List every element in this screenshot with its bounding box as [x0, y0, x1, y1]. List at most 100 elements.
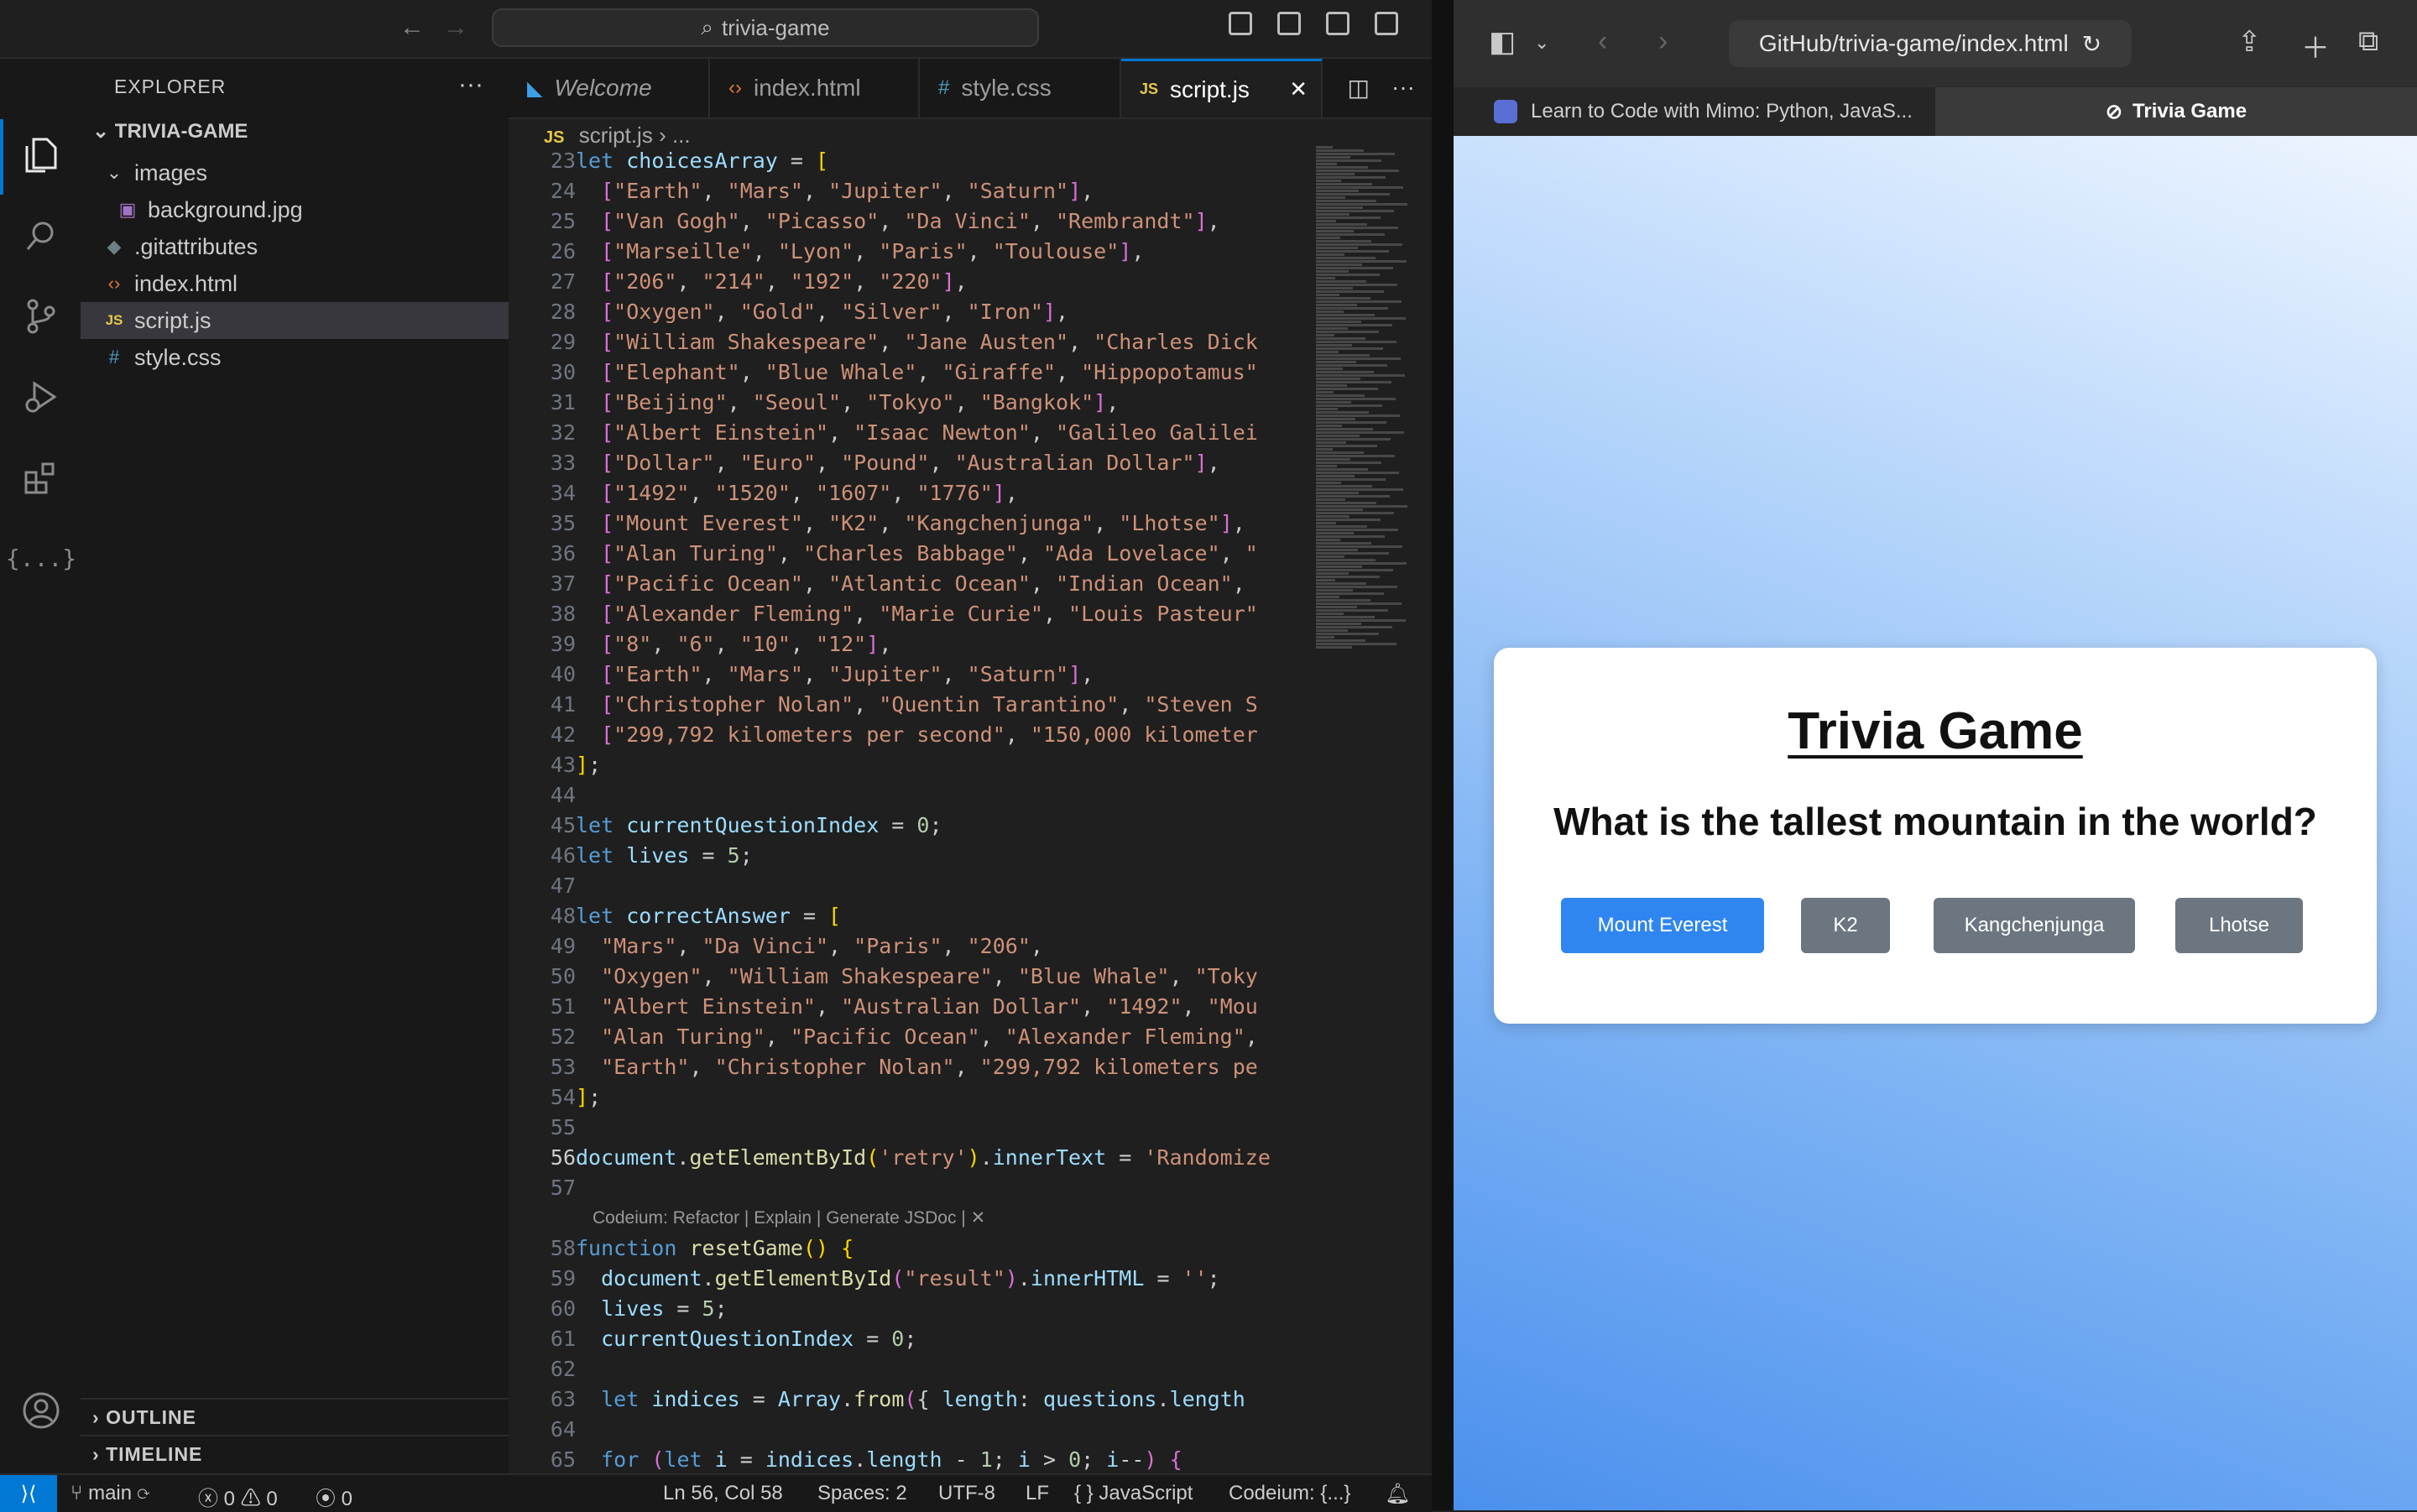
minimap-line [1316, 549, 1358, 551]
ports-count: 0 [341, 1488, 353, 1510]
chevron-right-icon: › [92, 1406, 100, 1428]
branch-status[interactable]: ⑂ main ⟳ [70, 1482, 149, 1505]
search-icon[interactable] [20, 215, 62, 257]
language-mode[interactable]: { } JavaScript [1074, 1482, 1193, 1505]
minimap-line [1316, 253, 1344, 256]
split-editor-icon[interactable]: ◫ [1348, 74, 1370, 102]
eol-status[interactable]: LF [1026, 1482, 1049, 1505]
minimap-line [1316, 344, 1352, 347]
minimap-line [1316, 146, 1333, 149]
minimap-line [1316, 317, 1406, 320]
tree-item-style-css[interactable]: # style.css [104, 339, 509, 376]
more-actions-icon[interactable]: ··· [1391, 74, 1415, 102]
line-number: 56 [550, 1145, 576, 1170]
code-line: ["Alan Turing", "Charles Babbage", "Ada … [601, 541, 1258, 566]
minimap-line [1316, 411, 1369, 414]
minimap-line [1316, 643, 1396, 645]
tab-mimo[interactable]: Learn to Code with Mimo: Python, JavaS..… [1494, 87, 1964, 136]
outline-section[interactable]: › OUTLINE [92, 1406, 196, 1429]
tab-welcome[interactable]: ◣ Welcome [509, 59, 710, 117]
line-number: 27 [550, 269, 576, 294]
minimap-line [1316, 485, 1372, 487]
reload-icon[interactable]: ↻ [2082, 30, 2101, 58]
code-line: let lives = 5; [576, 843, 753, 868]
tab-label: index.html [753, 75, 861, 101]
back-arrow-icon[interactable]: ← [399, 13, 425, 42]
forward-arrow-icon[interactable]: › [1658, 25, 1668, 58]
notifications-bell-icon[interactable]: 🔔︎ [1385, 1482, 1410, 1506]
tab-style-css[interactable]: # style.css [920, 59, 1121, 117]
minimap-line [1316, 341, 1396, 343]
minimap-line [1316, 458, 1350, 461]
cursor-position[interactable]: Ln 56, Col 58 [663, 1482, 783, 1505]
tab-script-js[interactable]: JS script.js ✕ [1121, 59, 1323, 117]
ports-status[interactable]: ⦿ 0 [316, 1482, 352, 1511]
minimap-line [1316, 327, 1348, 330]
minimap-line [1316, 364, 1387, 367]
choice-button-1[interactable]: Mount Everest [1561, 898, 1764, 953]
explorer-icon[interactable] [20, 134, 62, 176]
tree-item-background-jpg[interactable]: ▣ background.jpg [117, 191, 509, 228]
minimap-line [1316, 502, 1376, 504]
toggle-secondary-sidebar-icon[interactable] [1326, 12, 1349, 35]
minimap-line [1316, 465, 1337, 467]
tree-item-index-html[interactable]: ‹› index.html [104, 265, 509, 302]
close-icon[interactable]: ✕ [1289, 76, 1308, 102]
tree-item-script-js[interactable]: JS script.js [81, 302, 509, 339]
extensions-icon[interactable] [20, 456, 62, 498]
encoding-status[interactable]: UTF-8 [938, 1482, 995, 1505]
timeline-label: TIMELINE [106, 1443, 203, 1465]
minimap-line [1316, 274, 1380, 276]
run-debug-icon[interactable] [20, 376, 62, 418]
codeium-codelens[interactable]: Codeium: Refactor | Explain | Generate J… [593, 1203, 985, 1233]
code-line: ["Elephant", "Blue Whale", "Giraffe", "H… [601, 360, 1258, 384]
toggle-primary-sidebar-icon[interactable] [1229, 12, 1252, 35]
choice-button-3[interactable]: Kangchenjunga [1934, 898, 2135, 953]
tab-index-html[interactable]: ‹› index.html [710, 59, 920, 117]
editor-tabs: ◣ Welcome ‹› index.html # style.css JS s… [509, 59, 1432, 119]
minimap-line [1316, 408, 1338, 410]
minimap-line [1316, 183, 1372, 185]
chevron-down-icon[interactable]: ⌄ [1534, 32, 1549, 54]
sidebar-toggle-icon[interactable]: ◧ [1489, 25, 1516, 59]
address-bar[interactable]: GitHub/trivia-game/index.html ↻ [1729, 20, 2132, 67]
more-actions-icon[interactable]: ··· [458, 70, 483, 99]
choice-button-4[interactable]: Lhotse [2175, 898, 2303, 953]
code-line: "Earth", "Christopher Nolan", "299,792 k… [601, 1055, 1258, 1079]
back-arrow-icon[interactable]: ‹ [1598, 25, 1607, 58]
minimap[interactable] [1309, 146, 1410, 649]
tab-overview-icon[interactable]: ⧉ [2358, 25, 2378, 58]
command-center[interactable]: ⌕ trivia-game [492, 8, 1039, 47]
codeium-status[interactable]: Codeium: {...} [1229, 1482, 1350, 1505]
new-tab-plus-icon[interactable]: ＋ [2301, 25, 2330, 66]
project-name: TRIVIA-GAME [114, 120, 248, 143]
tree-item-gitattributes[interactable]: ◆ .gitattributes [104, 228, 509, 265]
code-line: ["Beijing", "Seoul", "Tokyo", "Bangkok"]… [601, 390, 1120, 414]
line-number: 55 [550, 1115, 576, 1139]
line-number: 61 [550, 1327, 576, 1351]
project-folder[interactable]: ⌄ TRIVIA-GAME [92, 119, 248, 143]
indentation-status[interactable]: Spaces: 2 [817, 1482, 907, 1505]
minimap-line [1316, 331, 1379, 333]
timeline-section[interactable]: › TIMELINE [92, 1443, 202, 1466]
line-number: 31 [550, 390, 576, 414]
breadcrumb[interactable]: JS script.js › ... [544, 123, 691, 149]
code-editor[interactable]: let choicesArray = [ ["Earth", "Mars", "… [576, 146, 1306, 1473]
customize-layout-icon[interactable] [1375, 12, 1398, 35]
minimap-line [1316, 300, 1402, 303]
minimap-line [1316, 257, 1376, 259]
tab-trivia-game[interactable]: ⊘ Trivia Game [1935, 87, 2417, 136]
minimap-line [1316, 629, 1348, 632]
css-icon: # [938, 76, 950, 99]
forward-arrow-icon[interactable]: → [443, 13, 468, 42]
remote-indicator-icon[interactable]: ⟩⟨ [0, 1475, 57, 1512]
toggle-panel-icon[interactable] [1277, 12, 1301, 35]
chevron-right-icon: › [92, 1443, 100, 1465]
source-control-icon[interactable] [20, 295, 62, 337]
tree-item-images[interactable]: ⌄ images [104, 154, 509, 191]
share-icon[interactable]: ⇪ [2237, 25, 2262, 59]
accounts-icon[interactable] [20, 1389, 62, 1431]
codeium-icon[interactable]: {...} [6, 537, 76, 579]
choice-button-2[interactable]: K2 [1801, 898, 1890, 953]
problems-status[interactable]: ⓧ 0 ⚠ 0 [198, 1482, 278, 1511]
